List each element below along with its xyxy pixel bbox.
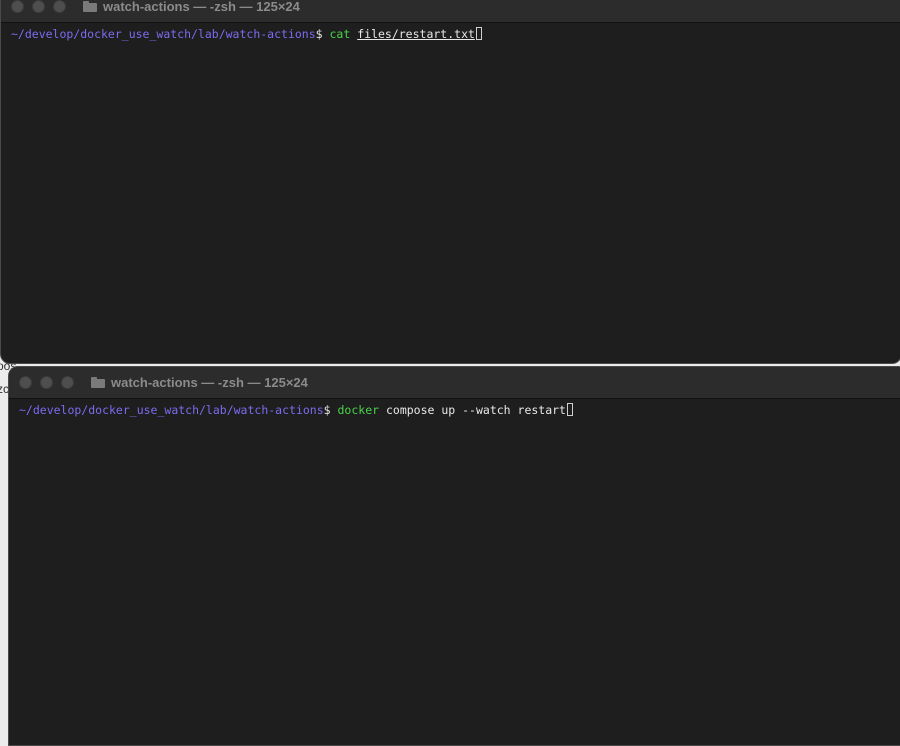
prompt-path: ~/develop/docker_use_watch/lab/watch-act… [19, 403, 324, 417]
folder-icon [83, 1, 97, 12]
zoom-button[interactable] [53, 0, 66, 13]
prompt-symbol: $ [323, 403, 338, 417]
title-bar[interactable]: watch-actions — -zsh — 125×24 [9, 367, 900, 399]
close-button[interactable] [19, 376, 32, 389]
minimize-button[interactable] [40, 376, 53, 389]
zoom-button[interactable] [61, 376, 74, 389]
terminal-content[interactable]: ~/develop/docker_use_watch/lab/watch-act… [1, 23, 900, 42]
window-title: watch-actions — -zsh — 125×24 [91, 375, 308, 390]
text-cursor [566, 403, 573, 416]
command-argument: compose up --watch restart [379, 403, 566, 417]
terminal-window-bottom[interactable]: watch-actions — -zsh — 125×24 ~/develop/… [8, 366, 900, 746]
close-button[interactable] [11, 0, 24, 13]
prompt-symbol: $ [315, 27, 330, 41]
window-title: watch-actions — -zsh — 125×24 [83, 0, 300, 14]
text-cursor [475, 27, 482, 40]
command-argument: files/restart.txt [357, 27, 475, 41]
window-controls [19, 376, 74, 389]
minimize-button[interactable] [32, 0, 45, 13]
window-controls [11, 0, 66, 13]
command-name: docker [337, 403, 380, 417]
terminal-window-top[interactable]: watch-actions — -zsh — 125×24 ~/develop/… [0, 0, 900, 364]
terminal-content[interactable]: ~/develop/docker_use_watch/lab/watch-act… [9, 399, 900, 418]
window-title-text: watch-actions — -zsh — 125×24 [103, 0, 300, 14]
folder-icon [91, 377, 105, 388]
title-bar[interactable]: watch-actions — -zsh — 125×24 [1, 0, 900, 23]
command-name: cat [329, 27, 351, 41]
window-title-text: watch-actions — -zsh — 125×24 [111, 375, 308, 390]
prompt-path: ~/develop/docker_use_watch/lab/watch-act… [11, 27, 316, 41]
